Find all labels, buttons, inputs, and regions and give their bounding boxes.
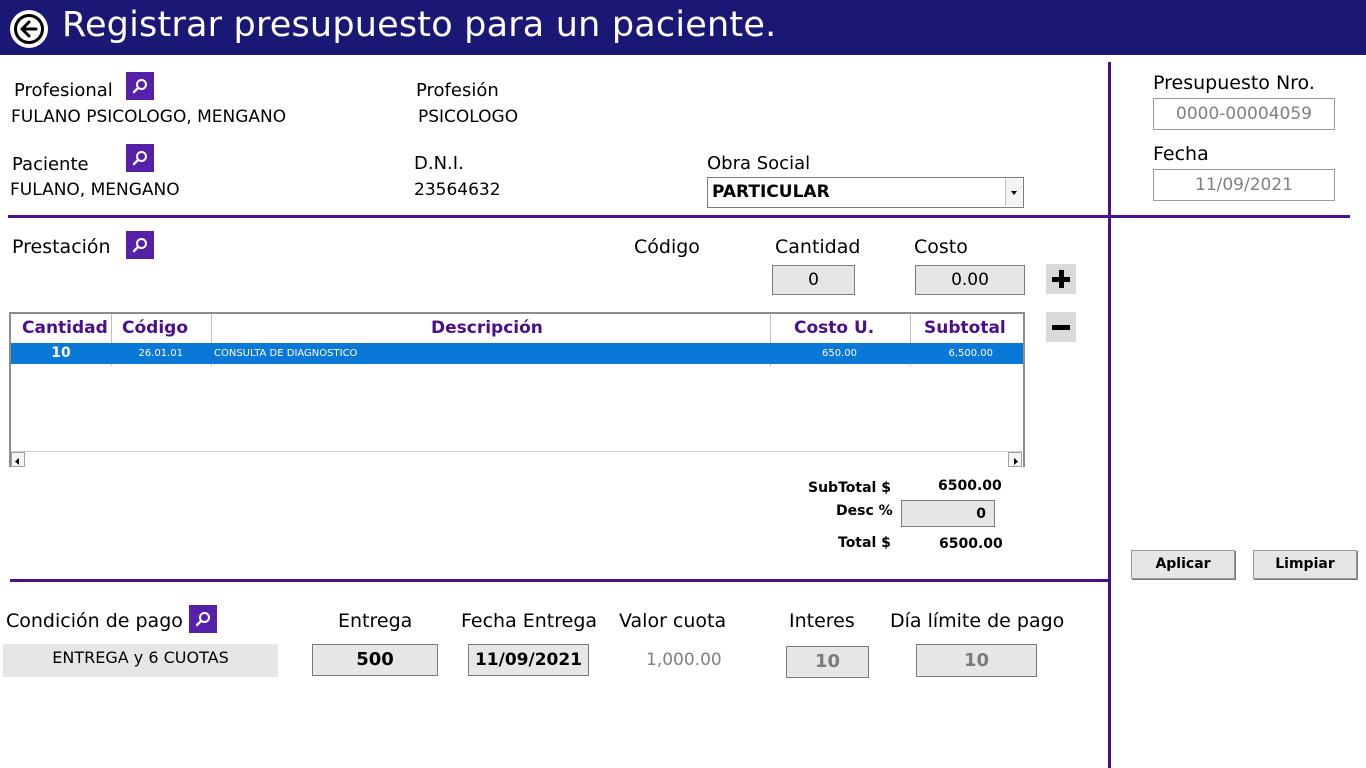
profesional-value: FULANO PSICOLOGO, MENGANO (11, 107, 287, 127)
condicion-pago-search-button[interactable] (189, 605, 217, 633)
interes-input[interactable]: 10 (786, 646, 869, 678)
cell-codigo: 26.01.01 (138, 348, 183, 359)
scroll-left-icon[interactable] (11, 452, 25, 467)
subtotal-value: 6500.00 (938, 478, 1002, 494)
add-button[interactable] (1046, 264, 1076, 294)
column-header-cantidad[interactable]: Cantidad (22, 318, 108, 338)
divider-top (8, 215, 1350, 218)
cantidad-label: Cantidad (775, 236, 861, 258)
cell-subtotal: 6,500.00 (948, 348, 993, 359)
profesion-value: PSICOLOGO (418, 107, 519, 127)
total-value: 6500.00 (939, 536, 1003, 552)
fecha-label: Fecha (1153, 143, 1209, 165)
profesional-search-button[interactable] (126, 72, 154, 100)
vertical-divider (1108, 62, 1111, 768)
column-header-subtotal[interactable]: Subtotal (924, 318, 1006, 338)
table-row[interactable]: 10 26.01.01 CONSULTA DE DIAGNOSTICO 650.… (11, 343, 1023, 364)
costo-input[interactable]: 0.00 (915, 265, 1025, 295)
total-label: Total $ (838, 535, 891, 551)
horizontal-scrollbar[interactable] (11, 451, 1023, 468)
column-header-descripcion[interactable]: Descripción (431, 318, 543, 338)
column-header-codigo[interactable]: Código (122, 318, 188, 338)
valor-cuota-label: Valor cuota (619, 610, 727, 632)
dni-label: D.N.I. (414, 153, 464, 174)
cell-cantidad: 10 (51, 345, 71, 361)
desc-label: Desc % (836, 503, 893, 519)
obra-social-label: Obra Social (707, 153, 811, 174)
search-icon (132, 79, 147, 94)
paciente-value: FULANO, MENGANO (10, 180, 180, 200)
costo-label: Costo (914, 236, 968, 258)
subtotal-label: SubTotal $ (808, 480, 891, 496)
column-header-costo-u[interactable]: Costo U. (794, 318, 874, 338)
obra-social-value: PARTICULAR (712, 182, 830, 202)
limpiar-button[interactable]: Limpiar (1253, 550, 1357, 579)
fecha-entrega-input[interactable]: 11/09/2021 (468, 644, 589, 676)
prestacion-label: Prestación (12, 236, 111, 258)
interes-label: Interes (789, 610, 855, 632)
entrega-input[interactable]: 500 (312, 644, 438, 676)
page-title: Registrar presupuesto para un paciente. (62, 5, 777, 45)
presupuesto-field[interactable]: 0000-00004059 (1153, 98, 1335, 130)
obra-social-select[interactable]: PARTICULAR (707, 177, 1024, 208)
aplicar-button[interactable]: Aplicar (1131, 550, 1235, 579)
profesion-label: Profesión (416, 80, 499, 101)
dni-value: 23564632 (414, 180, 501, 200)
fecha-field[interactable]: 11/09/2021 (1153, 169, 1335, 201)
desc-input[interactable]: 0 (901, 500, 995, 527)
prestaciones-table: Cantidad Código Descripción Costo U. Sub… (9, 312, 1025, 468)
dia-limite-label: Día límite de pago (890, 610, 1065, 632)
paciente-label: Paciente (12, 154, 89, 175)
chevron-down-icon[interactable] (1005, 179, 1022, 206)
dia-limite-input[interactable]: 10 (916, 644, 1037, 677)
search-icon (132, 151, 147, 166)
condicion-pago-value[interactable]: ENTREGA y 6 CUOTAS (3, 644, 278, 677)
divider-bottom (10, 579, 1108, 582)
search-icon (195, 612, 210, 627)
back-button[interactable] (10, 10, 48, 48)
fecha-entrega-label: Fecha Entrega (461, 610, 598, 632)
condicion-pago-label: Condición de pago (6, 610, 183, 632)
cell-costo-u: 650.00 (822, 348, 857, 359)
search-icon (132, 238, 147, 253)
codigo-label: Código (634, 236, 700, 258)
scroll-right-icon[interactable] (1008, 452, 1022, 467)
valor-cuota-value: 1,000.00 (646, 650, 722, 670)
presupuesto-label: Presupuesto Nro. (1153, 72, 1315, 94)
plus-icon (1052, 270, 1070, 288)
minus-icon (1052, 325, 1070, 330)
prestacion-search-button[interactable] (126, 231, 154, 259)
remove-button[interactable] (1046, 312, 1076, 342)
profesional-label: Profesional (14, 80, 113, 101)
cell-descripcion: CONSULTA DE DIAGNOSTICO (214, 348, 358, 359)
entrega-label: Entrega (338, 610, 413, 632)
cantidad-input[interactable]: 0 (772, 265, 855, 295)
paciente-search-button[interactable] (126, 144, 154, 172)
